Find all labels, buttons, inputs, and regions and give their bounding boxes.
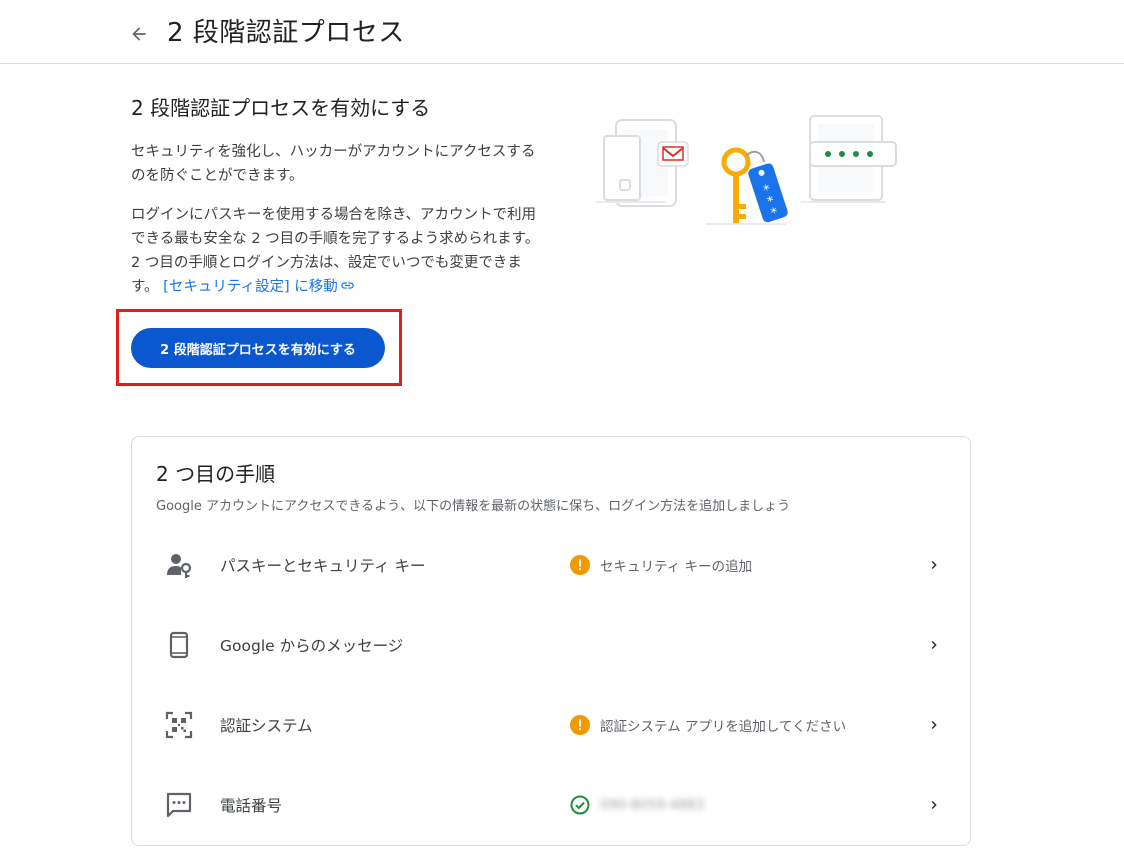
row-passkeys[interactable]: パスキーとセキュリティ キー セキュリティ キーの追加 — [132, 525, 970, 605]
row-label: Google からのメッセージ — [220, 637, 404, 655]
security-settings-link-text: [セキュリティ設定] に移動 — [163, 279, 338, 295]
row-authenticator[interactable]: 認証システム 認証システム アプリを追加してください — [132, 685, 970, 765]
intro-heading: 2 段階認証プロセスを有効にする — [131, 96, 431, 120]
row-label: 認証システム — [220, 717, 313, 735]
back-button[interactable] — [122, 17, 156, 51]
chevron-right-icon — [926, 637, 942, 653]
smartphone-icon — [164, 630, 194, 660]
page-header: 2 段階認証プロセス — [0, 0, 1124, 64]
intro-paragraph-1: セキュリティを強化し、ハッカーがアカウントにアクセスするのを防ぐことができます。 — [131, 144, 536, 184]
status-warning: セキュリティ キーの追加 — [570, 555, 752, 575]
enable-2sv-button[interactable]: 2 段階認証プロセスを有効にする — [131, 328, 385, 368]
status-text: セキュリティ キーの追加 — [600, 559, 752, 575]
second-step-card: 2 つ目の手順 Google アカウントにアクセスできるよう、以下の情報を最新の… — [131, 436, 971, 846]
qr-code-icon — [164, 710, 194, 740]
status-warning: 認証システム アプリを追加してください — [570, 715, 846, 735]
arrow-back-icon — [132, 27, 146, 41]
page-title: 2 段階認証プロセス — [167, 18, 405, 48]
person-key-icon — [164, 550, 194, 580]
chevron-right-icon — [926, 797, 942, 813]
row-phone-number[interactable]: 電話番号 090-8059-4883 — [132, 765, 970, 845]
phone-number-text: 090-8059-4883 — [600, 797, 705, 813]
security-illustration: * * * — [596, 115, 897, 225]
status-text: 認証システム アプリを追加してください — [600, 719, 847, 735]
row-google-prompt[interactable]: Google からのメッセージ — [132, 605, 970, 685]
status-success: 090-8059-4883 — [570, 795, 704, 815]
chevron-right-icon — [926, 557, 942, 573]
second-step-subtitle: Google アカウントにアクセスできるよう、以下の情報を最新の状態に保ち、ログ… — [156, 499, 791, 514]
chevron-right-icon — [926, 717, 942, 733]
sms-icon — [164, 790, 194, 820]
link-icon — [340, 282, 354, 289]
warning-icon — [570, 715, 590, 735]
check-circle-icon — [570, 795, 590, 815]
intro-paragraph-2: ログインにパスキーを使用する場合を除き、アカウントで利用できる最も安全な 2 つ… — [131, 203, 541, 299]
row-label: 電話番号 — [220, 797, 283, 815]
security-settings-link[interactable]: [セキュリティ設定] に移動 — [163, 279, 355, 295]
second-step-title: 2 つ目の手順 — [156, 462, 276, 486]
row-label: パスキーとセキュリティ キー — [220, 557, 426, 575]
warning-icon — [570, 555, 590, 575]
